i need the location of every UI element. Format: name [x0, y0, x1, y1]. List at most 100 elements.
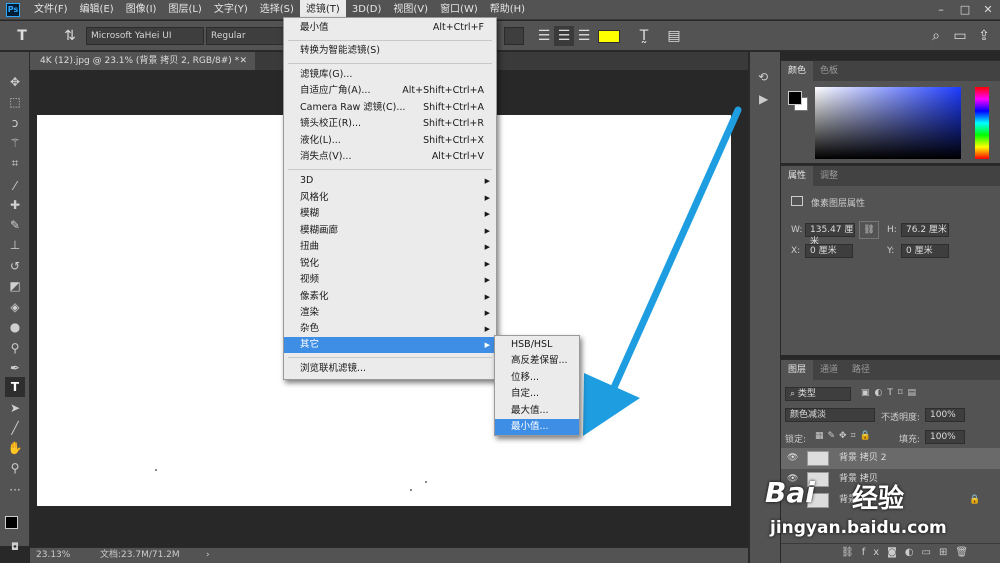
tab-properties[interactable]: 属性 — [781, 166, 814, 186]
menu-image[interactable]: 图像(I) — [120, 0, 163, 20]
hand-tool-icon[interactable]: ✋ — [5, 438, 25, 458]
tab-color[interactable]: 颜色 — [781, 61, 814, 81]
menu-type[interactable]: 文字(Y) — [208, 0, 254, 20]
menu-edit[interactable]: 编辑(E) — [74, 0, 120, 20]
align-right-icon[interactable]: ☰ — [574, 26, 594, 46]
menu-item-camera-raw[interactable]: Camera Raw 滤镜(C)... Shift+Ctrl+A — [284, 100, 496, 116]
submenu-item-high-pass[interactable]: 高反差保留... — [495, 353, 579, 369]
menu-item-convert-smart-filter[interactable]: 转换为智能滤镜(S) — [284, 43, 496, 59]
menu-item-video[interactable]: 视频 ▶ — [284, 272, 496, 288]
zoom-tool-icon[interactable]: ⚲ — [5, 458, 25, 478]
x-field[interactable]: 0 厘米 — [805, 244, 853, 258]
foreground-color-swatch[interactable] — [5, 516, 18, 529]
antialias-select[interactable] — [504, 27, 524, 45]
opacity-field[interactable]: 100% — [925, 408, 965, 422]
menu-item-noise[interactable]: 杂色 ▶ — [284, 321, 496, 337]
text-orientation-icon[interactable]: ⇅ — [60, 26, 80, 46]
path-selection-tool-icon[interactable]: ➤ — [5, 398, 25, 418]
type-tool-icon[interactable]: T — [5, 377, 25, 397]
search-icon[interactable]: ⌕ — [926, 26, 946, 46]
menu-layer[interactable]: 图层(L) — [162, 0, 207, 20]
menu-item-sharpen[interactable]: 锐化 ▶ — [284, 256, 496, 272]
zoom-level[interactable]: 23.13% — [36, 548, 70, 563]
menu-item-filter-gallery[interactable]: 滤镜库(G)... — [284, 67, 496, 83]
share-icon[interactable]: ⇪ — [974, 26, 994, 46]
menu-item-adaptive-wide-angle[interactable]: 自适应广角(A)... Alt+Shift+Ctrl+A — [284, 83, 496, 99]
tab-swatches[interactable]: 色板 — [813, 61, 845, 81]
crop-tool-icon[interactable]: ⌗ — [5, 153, 25, 173]
eyedropper-tool-icon[interactable]: ⁄ — [5, 176, 25, 196]
menu-item-vanishing-point[interactable]: 消失点(V)... Alt+Ctrl+V — [284, 149, 496, 165]
fill-field[interactable]: 100% — [925, 430, 965, 444]
text-color-swatch[interactable] — [598, 30, 620, 43]
history-brush-tool-icon[interactable]: ↺ — [5, 256, 25, 276]
menu-item-liquify[interactable]: 液化(L)... Shift+Ctrl+X — [284, 133, 496, 149]
layer-filter-select[interactable]: ⌕ 类型 — [785, 387, 851, 401]
font-style-select[interactable]: Regular — [206, 27, 288, 45]
move-tool-icon[interactable]: ✥ — [5, 72, 25, 92]
eraser-tool-icon[interactable]: ◩ — [5, 276, 25, 296]
submenu-item-minimum[interactable]: 最小值... — [495, 419, 579, 435]
menu-file[interactable]: 文件(F) — [28, 0, 74, 20]
layer-row[interactable]: 👁 背景 拷贝 2 — [781, 448, 1000, 469]
status-expand-icon[interactable]: › — [206, 548, 210, 563]
menu-item-3d[interactable]: 3D ▶ — [284, 173, 496, 189]
font-family-select[interactable]: Microsoft YaHei UI — [86, 27, 204, 45]
submenu-item-offset[interactable]: 位移... — [495, 370, 579, 386]
document-tab[interactable]: 4K (12).jpg @ 23.1% (背景 拷贝 2, RGB/8#) * … — [30, 52, 255, 70]
submenu-item-custom[interactable]: 自定... — [495, 386, 579, 402]
menu-item-render[interactable]: 渲染 ▶ — [284, 305, 496, 321]
menu-item-lens-correction[interactable]: 镜头校正(R)... Shift+Ctrl+R — [284, 116, 496, 132]
tab-layers[interactable]: 图层 — [781, 360, 814, 380]
width-field[interactable]: 135.47 厘米 — [805, 223, 855, 247]
type-tool-icon[interactable]: T — [12, 26, 32, 46]
maximize-icon[interactable]: □ — [954, 0, 976, 20]
tab-adjustments[interactable]: 调整 — [813, 166, 845, 186]
dodge-tool-icon[interactable]: ⚲ — [5, 338, 25, 358]
minimize-icon[interactable]: – — [930, 0, 952, 20]
close-icon[interactable]: ✕ — [977, 0, 999, 20]
actions-panel-icon[interactable]: ▶ — [759, 92, 768, 106]
panel-foreground-swatch[interactable] — [788, 91, 802, 105]
menu-item-pixelate[interactable]: 像素化 ▶ — [284, 289, 496, 305]
warp-text-icon[interactable]: T̰ — [634, 26, 654, 46]
brush-tool-icon[interactable]: ✎ — [5, 215, 25, 235]
menu-item-stylize[interactable]: 风格化 ▶ — [284, 190, 496, 206]
blend-mode-select[interactable]: 颜色减淡 — [785, 408, 875, 422]
marquee-tool-icon[interactable]: ⬚ — [5, 92, 25, 112]
paint-bucket-tool-icon[interactable]: ◈ — [5, 297, 25, 317]
lock-icons[interactable]: ▦✎✥⌗🔒 — [815, 431, 875, 441]
healing-brush-tool-icon[interactable]: ✚ — [5, 195, 25, 215]
menu-item-other[interactable]: 其它 ▶ — [284, 337, 496, 353]
menu-item-blur-gallery[interactable]: 模糊画廊 ▶ — [284, 223, 496, 239]
workspace-icon[interactable]: ▭ — [950, 26, 970, 46]
y-field[interactable]: 0 厘米 — [901, 244, 949, 258]
height-field[interactable]: 76.2 厘米 — [901, 223, 949, 237]
close-tab-icon[interactable]: ✕ — [239, 52, 247, 70]
menu-item-browse-online-filters[interactable]: 浏览联机滤镜... — [284, 361, 496, 377]
pen-tool-icon[interactable]: ✒ — [5, 358, 25, 378]
lasso-tool-icon[interactable]: ↄ — [5, 113, 25, 133]
color-picker-field[interactable] — [815, 87, 961, 159]
history-panel-icon[interactable]: ⟲ — [758, 70, 768, 84]
more-tools-icon[interactable]: ··· — [5, 480, 25, 500]
submenu-item-maximum[interactable]: 最大值... — [495, 403, 579, 419]
layer-name[interactable]: 背景 拷贝 2 — [839, 448, 886, 469]
align-left-icon[interactable]: ☰ — [534, 26, 554, 46]
align-center-icon[interactable]: ☰ — [554, 26, 574, 46]
menu-item-blur[interactable]: 模糊 ▶ — [284, 206, 496, 222]
tab-paths[interactable]: 路径 — [845, 360, 877, 380]
layers-footer-icons[interactable]: ⛓fx◙◐▭⊞🗑 — [781, 543, 1000, 563]
tab-channels[interactable]: 通道 — [813, 360, 845, 380]
menu-item-last-filter[interactable]: 最小值 Alt+Ctrl+F — [284, 20, 496, 36]
line-tool-icon[interactable]: ╱ — [5, 418, 25, 438]
menu-item-distort[interactable]: 扭曲 ▶ — [284, 239, 496, 255]
clone-stamp-tool-icon[interactable]: ⊥ — [5, 235, 25, 255]
magic-wand-tool-icon[interactable]: ⚚ — [5, 133, 25, 153]
submenu-item-hsb-hsl[interactable]: HSB/HSL — [495, 337, 579, 353]
character-panel-icon[interactable]: ▤ — [664, 26, 684, 46]
hue-slider[interactable] — [975, 87, 989, 159]
blur-tool-icon[interactable]: ● — [5, 317, 25, 337]
link-dimensions-icon[interactable]: ⛓ — [859, 221, 879, 239]
quick-mask-icon[interactable]: ◘ — [5, 538, 25, 558]
